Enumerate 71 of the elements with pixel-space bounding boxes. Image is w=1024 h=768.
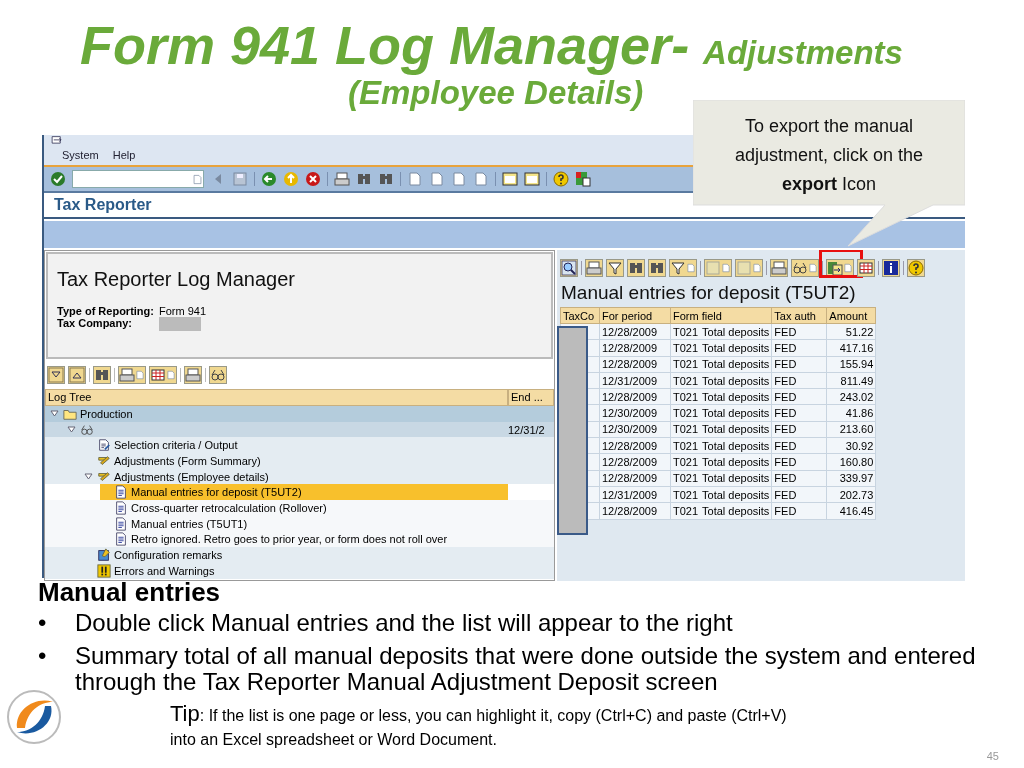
info-icon[interactable] (883, 260, 899, 276)
tree-item[interactable]: Production (80, 407, 133, 420)
column-header[interactable]: Tax auth (771, 307, 827, 324)
expanded-icon[interactable] (83, 472, 94, 482)
details-icon[interactable] (561, 260, 577, 276)
warning-icon (97, 563, 111, 578)
table-cell-text: 12/31/2 (508, 423, 546, 436)
bullet-marker: • (38, 609, 47, 636)
check-icon[interactable] (50, 171, 66, 187)
last-page-icon[interactable] (473, 171, 489, 187)
back-icon[interactable] (261, 171, 277, 187)
section-heading: Manual entries (37, 578, 222, 606)
panel-title: Tax Reporter Log Manager (57, 268, 296, 291)
column-header[interactable]: Form field (670, 307, 772, 324)
help-icon[interactable] (908, 260, 924, 276)
menu-item[interactable]: Help (112, 149, 136, 161)
first-page-icon[interactable] (407, 171, 423, 187)
expanded-icon[interactable] (66, 425, 77, 435)
tip-text: Tip: If the list is one page or less, you can highlight it, copy (Ctrl+C) and paste (Ctrl+V) into an Excel spreadsheet or Word Document. (170, 702, 788, 750)
print-icon[interactable] (771, 260, 787, 276)
command-field[interactable] (72, 170, 204, 188)
config-icon (97, 548, 111, 563)
column-header[interactable]: For period (599, 307, 671, 324)
callout-text: To export the manual adjustment, click on the export Icon (733, 115, 925, 196)
page-number: 45 (986, 750, 999, 762)
column-header[interactable]: End ... (508, 389, 554, 406)
logo-icon (5, 688, 63, 746)
collapse-all-icon[interactable] (69, 367, 85, 383)
cancel-icon[interactable] (305, 171, 321, 187)
tree-item[interactable]: Configuration remarks (114, 549, 223, 562)
bullet-text: Double click Manual entries and the list will appear to the right (75, 610, 733, 636)
find-icon[interactable] (94, 367, 110, 383)
layout-grid-icon[interactable] (858, 260, 874, 276)
edit-document-icon (97, 438, 111, 453)
list-title: Manual entries for deposit (T5UT2) (561, 282, 857, 304)
screen-title: Tax Reporter (54, 196, 152, 214)
tree-item[interactable]: Manual entries (T5UT1) (131, 517, 248, 530)
pencils-icon (97, 469, 111, 484)
field-value: Form 941 (159, 305, 207, 317)
bullet-text: Summary total of all manual deposits that were done outside the system and entered through the Tax Reporter Manual Adjustment Deposit screen (75, 643, 977, 695)
print-icon[interactable] (119, 367, 135, 383)
tree-item[interactable]: Selection criteria / Output (114, 439, 238, 452)
find-icon[interactable] (628, 260, 644, 276)
help-icon[interactable] (553, 171, 569, 187)
previous-page-icon[interactable] (429, 171, 445, 187)
find-next-icon[interactable] (649, 260, 665, 276)
field-label: Type of Reporting: (57, 305, 155, 317)
find-next-icon[interactable] (378, 171, 394, 187)
print-icon[interactable] (334, 171, 350, 187)
next-page-icon[interactable] (451, 171, 467, 187)
slide-subtitle: (Employee Details) (348, 74, 644, 111)
menu-item[interactable]: System (62, 149, 99, 161)
new-session-icon[interactable] (502, 171, 518, 187)
layout-icon[interactable] (575, 171, 591, 187)
pencils-icon (97, 453, 111, 468)
expanded-icon[interactable] (49, 409, 60, 419)
field-label: Tax Company: (57, 317, 133, 331)
views-icon[interactable] (792, 260, 808, 276)
column-header[interactable]: Amount (826, 307, 876, 324)
print-preview-icon[interactable] (185, 367, 201, 383)
column-header[interactable]: TaxCo (560, 307, 600, 324)
export-icon[interactable] (827, 260, 843, 276)
column-header[interactable]: Log Tree (45, 389, 508, 406)
bullet-marker: • (38, 642, 47, 669)
shortcut-icon[interactable] (524, 171, 540, 187)
expand-all-icon[interactable] (48, 367, 64, 383)
slide-title-suffix: Adjustments (703, 34, 903, 72)
find-icon[interactable] (356, 171, 372, 187)
tree-item[interactable]: Errors and Warnings (114, 564, 215, 577)
glasses-icon[interactable] (210, 367, 226, 383)
slide-title: Form 941 Log Manager- (80, 14, 690, 76)
